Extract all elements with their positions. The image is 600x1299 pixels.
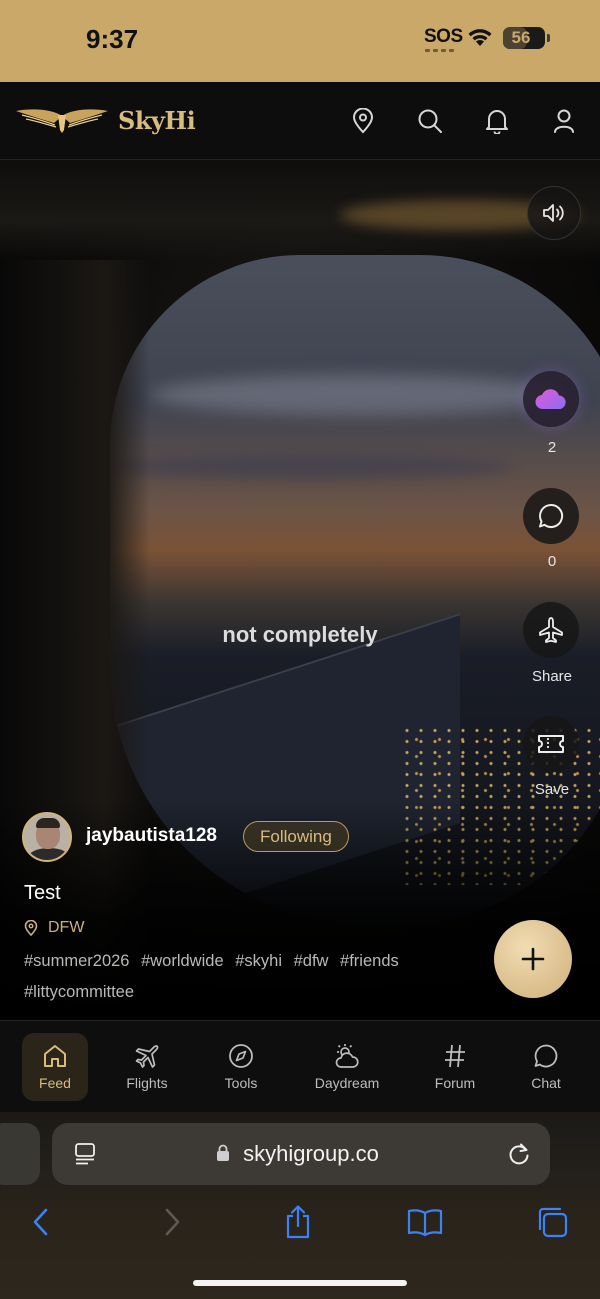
book-icon (407, 1209, 443, 1237)
like-count: 2 (547, 439, 557, 456)
hashtag[interactable]: #friends (340, 952, 399, 970)
url: skyhigroup.co (243, 1141, 379, 1166)
chat-bubble-icon (539, 503, 564, 528)
nav-tools[interactable]: Tools (211, 1033, 271, 1101)
sun-cloud-icon (335, 1044, 359, 1068)
profile-icon[interactable] (547, 104, 581, 138)
share-sheet-button[interactable] (276, 1202, 320, 1242)
location-pin-icon (24, 920, 38, 936)
reload-icon[interactable] (506, 1141, 532, 1172)
brand-name: SkyHi (118, 106, 196, 135)
comment-count: 0 (547, 553, 557, 570)
hashtag[interactable]: #summer2026 (24, 952, 129, 970)
hashtags: #summer2026 #worldwide #skyhi #dfw #frie… (24, 946, 484, 1008)
plane-icon (539, 617, 563, 643)
hashtag[interactable]: #littycommittee (24, 983, 134, 1001)
battery-icon: 56 (503, 27, 550, 49)
ticket-icon (538, 735, 564, 753)
hashtag[interactable]: #skyhi (235, 952, 282, 970)
nav-label: Forum (434, 1075, 476, 1091)
speaker-icon (543, 204, 564, 222)
nav-label: Feed (39, 1075, 71, 1091)
skyhi-logo-icon[interactable] (14, 106, 110, 139)
home-indicator[interactable] (193, 1280, 407, 1286)
username[interactable]: jaybautista128 (86, 825, 217, 847)
bell-icon[interactable] (480, 104, 514, 138)
following-button[interactable]: Following (243, 821, 349, 852)
post-title: Test (24, 882, 61, 904)
compass-icon (229, 1044, 253, 1068)
cloud-icon (535, 389, 566, 410)
address-bar[interactable]: skyhigroup.co (52, 1123, 550, 1185)
comment-button[interactable] (523, 488, 579, 544)
location-label: DFW (48, 919, 85, 936)
bookmarks-button[interactable] (403, 1202, 447, 1242)
save-button[interactable] (523, 716, 579, 772)
forward-button[interactable] (150, 1202, 194, 1242)
sos-indicator: SOS (424, 26, 463, 47)
video-caption: not completely (222, 622, 378, 647)
like-cloud-button[interactable] (523, 371, 579, 427)
status-time: 9:37 (86, 24, 139, 54)
wifi-icon (466, 26, 494, 53)
nav-label: Tools (224, 1075, 258, 1091)
tabs-button[interactable] (530, 1202, 574, 1242)
home-icon (44, 1045, 66, 1067)
hashtag[interactable]: #dfw (294, 952, 329, 970)
nav-flights[interactable]: Flights (116, 1033, 178, 1101)
save-label: Save (534, 781, 570, 798)
nav-label: Daydream (314, 1075, 380, 1091)
avatar[interactable] (22, 812, 72, 862)
tabs-icon (538, 1207, 568, 1238)
nav-forum[interactable]: Forum (426, 1033, 484, 1101)
video-feed[interactable]: not completely 2 0 Share Save jaybautist… (0, 160, 600, 1020)
url-text[interactable]: skyhigroup.co (52, 1123, 550, 1185)
signal-dots-icon (425, 49, 457, 52)
share-button[interactable] (523, 602, 579, 658)
share-icon (286, 1205, 310, 1239)
battery-percent: 56 (511, 28, 531, 47)
previous-tab-preview[interactable] (0, 1123, 40, 1185)
app-header: SkyHi (0, 82, 600, 160)
nav-chat[interactable]: Chat (518, 1033, 574, 1101)
post-author: jaybautista128 Following (22, 812, 462, 864)
search-icon[interactable] (413, 104, 447, 138)
mute-button[interactable] (527, 186, 581, 240)
location-pin-icon[interactable] (346, 104, 380, 138)
nav-feed[interactable]: Feed (22, 1033, 88, 1101)
hash-icon (445, 1044, 465, 1068)
back-button[interactable] (19, 1202, 63, 1242)
plus-icon (521, 947, 545, 971)
bottom-nav: Feed Flights Tools Daydream Forum Chat (0, 1020, 600, 1112)
plane-icon (135, 1045, 159, 1068)
status-bar: 9:37 SOS 56 (0, 0, 600, 82)
chevron-right-icon (165, 1208, 180, 1236)
chevron-left-icon (33, 1208, 48, 1236)
browser-chrome: skyhigroup.co (0, 1112, 600, 1299)
share-label: Share (531, 668, 573, 685)
lock-icon (216, 1144, 230, 1167)
post-location[interactable]: DFW (24, 917, 84, 939)
create-post-button[interactable] (494, 920, 572, 998)
nav-daydream[interactable]: Daydream (306, 1033, 388, 1101)
hashtag[interactable]: #worldwide (141, 952, 224, 970)
nav-label: Flights (126, 1075, 168, 1091)
nav-label: Chat (531, 1075, 561, 1091)
chat-bubble-icon (534, 1044, 558, 1068)
